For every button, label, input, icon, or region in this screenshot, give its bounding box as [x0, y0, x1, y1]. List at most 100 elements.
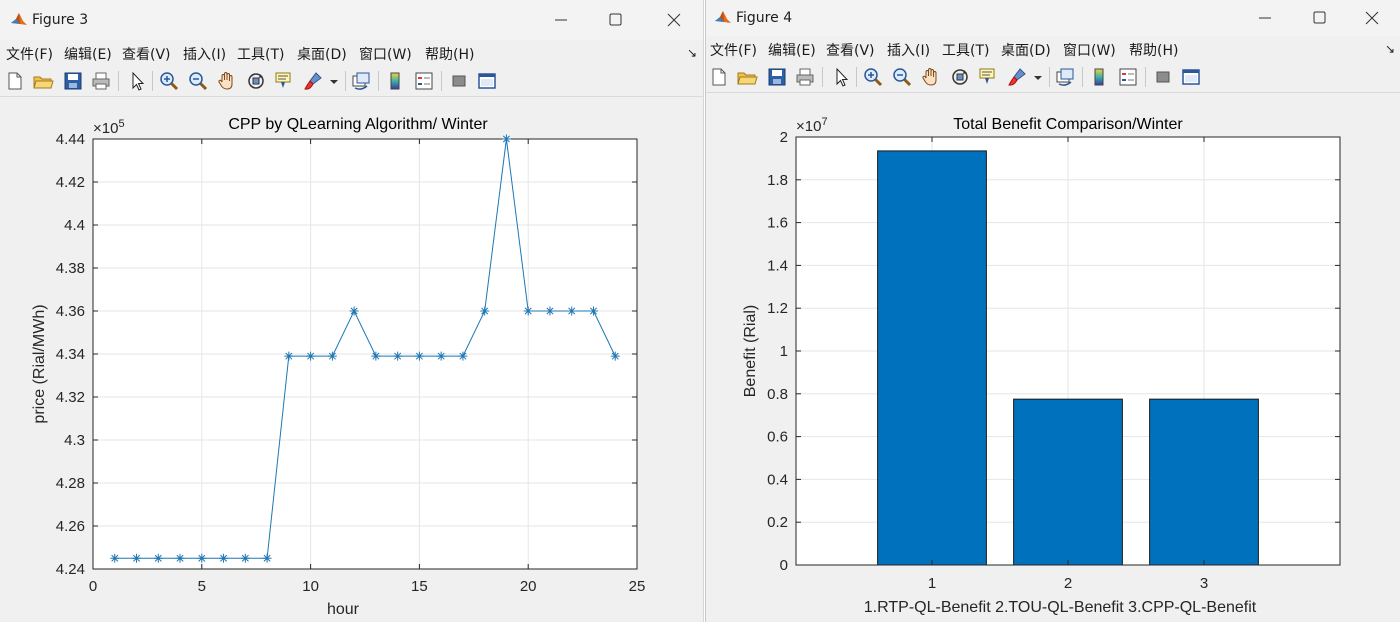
y-tick-label: 1.8: [767, 172, 788, 189]
minimize-button[interactable]: [543, 8, 579, 32]
matlab-logo-icon: [11, 13, 27, 25]
legend-icon[interactable]: [413, 70, 435, 92]
y-tick-label: 0.4: [767, 471, 788, 488]
y-tick-label: 0.8: [767, 386, 788, 403]
toolbar-separator: [378, 71, 379, 91]
window-title: Figure 3: [32, 12, 89, 28]
toolbar-dock-arrow-icon[interactable]: ↘: [1385, 42, 1395, 56]
menu-tools[interactable]: 工具(T): [237, 44, 284, 64]
minimize-button[interactable]: [1247, 6, 1283, 30]
brush-dropdown-icon[interactable]: [1032, 66, 1044, 88]
open-file-icon[interactable]: [736, 66, 758, 88]
zoom-out-icon[interactable]: [187, 70, 209, 92]
data-point-marker: [458, 351, 468, 361]
brush-dropdown-icon[interactable]: [328, 70, 340, 92]
y-exponent-power: 5: [118, 118, 124, 130]
close-button[interactable]: [656, 8, 692, 32]
menu-insert[interactable]: 插入(I): [183, 44, 226, 64]
zoom-in-icon[interactable]: [158, 70, 180, 92]
toolbar-separator: [1082, 67, 1083, 87]
menu-desktop[interactable]: 桌面(D): [1001, 40, 1051, 60]
menu-view[interactable]: 查看(V): [826, 40, 875, 60]
y-tick-label: 1.4: [767, 257, 788, 274]
toolbar: [706, 62, 1400, 93]
zoom-out-icon[interactable]: [891, 66, 913, 88]
window-title: Figure 4: [736, 10, 793, 26]
x-tick-label: 15: [411, 578, 428, 595]
menu-bar: 文件(F) 编辑(E) 查看(V) 插入(I) 工具(T) 桌面(D) 窗口(W…: [706, 36, 1400, 62]
line-chart: 0 5 10 15 20 25 4.24 4.26 4.28 4.3 4.32 4.34 4.36 4.3…: [31, 116, 645, 618]
data-point-marker: [349, 306, 359, 316]
select-arrow-icon[interactable]: [126, 70, 148, 92]
save-icon[interactable]: [766, 66, 788, 88]
menu-help[interactable]: 帮助(H): [425, 44, 474, 64]
y-tick-label: 4.28: [56, 475, 85, 492]
legend-icon[interactable]: [1117, 66, 1139, 88]
toolbar: [0, 66, 703, 97]
show-plot-tools-icon[interactable]: [476, 70, 498, 92]
minimize-icon: [555, 19, 567, 21]
data-cursor-icon[interactable]: [273, 70, 295, 92]
menu-edit[interactable]: 编辑(E): [64, 44, 112, 64]
colorbar-icon[interactable]: [384, 70, 406, 92]
brush-icon[interactable]: [1006, 66, 1028, 88]
data-point-marker: [284, 351, 294, 361]
y-tick-label: 2: [780, 129, 788, 146]
toolbar-separator: [152, 71, 153, 91]
print-icon[interactable]: [90, 70, 112, 92]
toolbar-dock-arrow-icon[interactable]: ↘: [687, 46, 697, 60]
menu-view[interactable]: 查看(V): [122, 44, 171, 64]
close-button[interactable]: [1354, 6, 1390, 30]
bar: [877, 150, 987, 566]
y-exponent-power: 7: [821, 116, 827, 128]
show-plot-tools-icon[interactable]: [1180, 66, 1202, 88]
link-plot-icon[interactable]: [350, 70, 372, 92]
select-arrow-icon[interactable]: [830, 66, 852, 88]
maximize-button[interactable]: [597, 8, 633, 32]
y-exponent-label: ×105: [93, 118, 125, 137]
menu-desktop[interactable]: 桌面(D): [297, 44, 347, 64]
y-tick-label: 4.4: [64, 217, 85, 234]
titlebar[interactable]: Figure 4: [706, 0, 1400, 36]
menu-window[interactable]: 窗口(W): [359, 44, 412, 64]
save-icon[interactable]: [62, 70, 84, 92]
print-icon[interactable]: [794, 66, 816, 88]
y-tick-label: 4.36: [56, 303, 85, 320]
open-file-icon[interactable]: [32, 70, 54, 92]
y-tick-label: 1: [780, 343, 788, 360]
hide-plot-tools-icon[interactable]: [448, 70, 470, 92]
menu-insert[interactable]: 插入(I): [887, 40, 930, 60]
hide-plot-tools-icon[interactable]: [1152, 66, 1174, 88]
brush-icon[interactable]: [302, 70, 324, 92]
new-figure-icon[interactable]: [4, 70, 26, 92]
pan-hand-icon[interactable]: [920, 66, 942, 88]
maximize-button[interactable]: [1301, 6, 1337, 30]
chart-title: CPP by QLearning Algorithm/ Winter: [228, 116, 488, 133]
pan-hand-icon[interactable]: [216, 70, 238, 92]
data-point-marker: [306, 351, 316, 361]
x-tick-label: 5: [198, 578, 206, 595]
x-tick-label: 20: [520, 578, 537, 595]
data-point-marker: [371, 351, 381, 361]
y-tick-label: 4.38: [56, 260, 85, 277]
data-cursor-icon[interactable]: [977, 66, 999, 88]
bar: [1013, 398, 1123, 566]
data-point-marker: [414, 351, 424, 361]
new-figure-icon[interactable]: [708, 66, 730, 88]
menu-file[interactable]: 文件(F): [6, 44, 53, 64]
rotate-3d-icon[interactable]: [949, 66, 971, 88]
y-tick-label: 0.6: [767, 429, 788, 446]
colorbar-icon[interactable]: [1088, 66, 1110, 88]
maximize-icon: [1313, 11, 1326, 24]
menu-window[interactable]: 窗口(W): [1063, 40, 1116, 60]
menu-help[interactable]: 帮助(H): [1129, 40, 1178, 60]
link-plot-icon[interactable]: [1054, 66, 1076, 88]
menu-edit[interactable]: 编辑(E): [768, 40, 816, 60]
zoom-in-icon[interactable]: [862, 66, 884, 88]
y-axis-label: Benefit (Rial): [742, 305, 759, 397]
rotate-3d-icon[interactable]: [245, 70, 267, 92]
titlebar[interactable]: Figure 3: [0, 0, 703, 40]
menu-tools[interactable]: 工具(T): [942, 40, 989, 60]
y-tick-label: 4.26: [56, 518, 85, 535]
menu-file[interactable]: 文件(F): [710, 40, 757, 60]
